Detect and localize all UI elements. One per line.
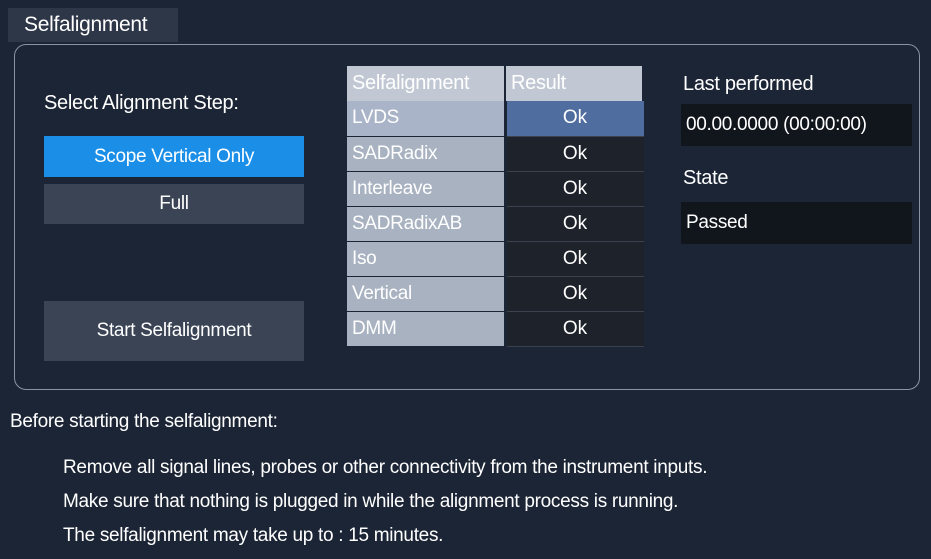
table-row[interactable]: DMM Ok (347, 311, 644, 347)
table-header-row: Selfalignment Result (347, 66, 645, 101)
start-selfalignment-button[interactable]: Start Selfalignment (44, 301, 304, 361)
row-result: Ok (503, 311, 644, 347)
table-row[interactable]: SADRadix Ok (347, 136, 644, 172)
row-name: SADRadix (347, 136, 505, 172)
row-result: Ok (503, 206, 644, 242)
row-name: Vertical (347, 276, 505, 312)
row-name: LVDS (347, 101, 505, 137)
info-line: Make sure that nothing is plugged in whi… (63, 491, 679, 512)
alignment-step-label: Select Alignment Step: (44, 92, 239, 114)
info-heading: Before starting the selfalignment: (10, 411, 278, 432)
column-header-result[interactable]: Result (505, 66, 645, 101)
info-line: The selfalignment may take up to : 15 mi… (63, 525, 444, 546)
table-row[interactable]: Vertical Ok (347, 276, 644, 312)
scope-vertical-only-button[interactable]: Scope Vertical Only (44, 136, 304, 177)
state-label: State (683, 167, 729, 189)
last-performed-value: 00.00.0000 (00:00:00) (681, 104, 912, 146)
row-name: Iso (347, 241, 505, 277)
row-name: SADRadixAB (347, 206, 505, 242)
row-name: DMM (347, 311, 505, 347)
dialog-title: Selfalignment (24, 13, 148, 36)
table-row[interactable]: Iso Ok (347, 241, 644, 277)
state-value: Passed (681, 202, 912, 244)
info-line: Remove all signal lines, probes or other… (63, 457, 708, 478)
row-result: Ok (503, 136, 644, 172)
row-name: Interleave (347, 171, 505, 207)
row-result: Ok (503, 171, 644, 207)
full-button[interactable]: Full (44, 184, 304, 224)
column-header-selfalignment[interactable]: Selfalignment (347, 66, 506, 101)
table-row[interactable]: LVDS Ok (347, 101, 644, 137)
last-performed-label: Last performed (683, 73, 814, 95)
table-row[interactable]: Interleave Ok (347, 171, 644, 207)
table-row[interactable]: SADRadixAB Ok (347, 206, 644, 242)
row-result: Ok (503, 241, 644, 277)
selfalignment-results-table: Selfalignment Result LVDS Ok SADRadix Ok… (347, 66, 645, 347)
row-result: Ok (503, 101, 644, 137)
row-result: Ok (503, 276, 644, 312)
